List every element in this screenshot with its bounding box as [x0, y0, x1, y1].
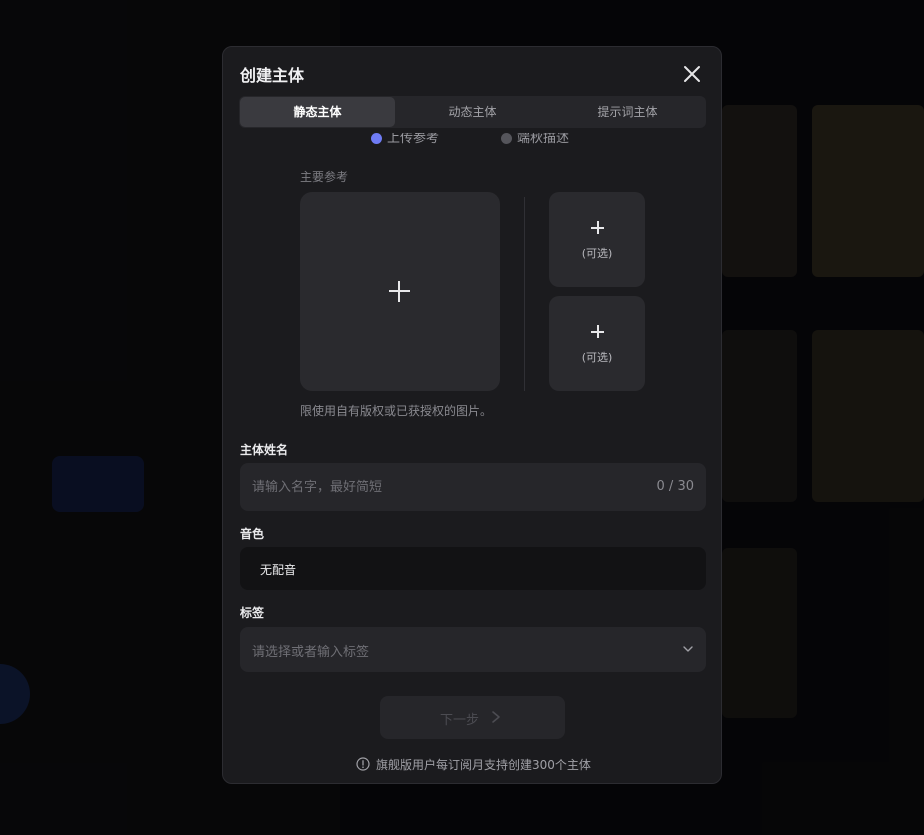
radio-unselected-icon — [501, 133, 512, 144]
footnote: 旗舰版用户每订阅月支持创建300个主体 — [356, 756, 591, 773]
optional-label: (可选) — [581, 247, 613, 260]
divider — [524, 197, 525, 391]
subject-name-input[interactable] — [252, 463, 632, 511]
optional-label: (可选) — [581, 351, 613, 364]
tab-dynamic-subject[interactable]: 动态主体 — [395, 97, 550, 127]
next-button[interactable]: 下一步 — [380, 696, 565, 739]
footnote-text: 旗舰版用户每订阅月支持创建300个主体 — [376, 758, 591, 772]
reference-mode-options: 上传参考 端秋描述 — [371, 133, 591, 145]
tag-placeholder: 请选择或者输入标签 — [252, 645, 370, 660]
dialog-title: 创建主体 — [240, 66, 305, 85]
voice-label: 音色 — [240, 527, 265, 541]
mode-option-describe[interactable]: 端秋描述 — [501, 133, 569, 145]
subject-name-label: 主体姓名 — [240, 443, 289, 457]
create-subject-dialog: 创建主体 静态主体 动态主体 提示词主体 上传参考 端秋描述 主要参考 (可选)… — [222, 46, 722, 784]
optional-reference-upload[interactable]: (可选) — [549, 296, 645, 391]
optional-reference-upload[interactable]: (可选) — [549, 192, 645, 287]
chevron-right-icon — [492, 711, 500, 723]
plus-icon — [591, 221, 604, 234]
tab-static-subject[interactable]: 静态主体 — [240, 97, 395, 127]
voice-select[interactable]: 无配音 — [240, 547, 706, 590]
main-reference-label: 主要参考 — [300, 170, 349, 184]
subject-name-field: 0 / 30 — [240, 463, 706, 511]
voice-value: 无配音 — [260, 563, 297, 577]
tag-label: 标签 — [240, 606, 265, 620]
main-reference-upload[interactable] — [300, 192, 500, 391]
copyright-hint: 限使用自有版权或已获授权的图片。 — [300, 404, 493, 418]
tab-prompt-subject[interactable]: 提示词主体 — [550, 97, 705, 127]
info-icon — [356, 757, 370, 771]
radio-selected-icon — [371, 133, 382, 144]
char-counter: 0 / 30 — [656, 479, 694, 494]
plus-icon — [591, 325, 604, 338]
subject-type-tabs: 静态主体 动态主体 提示词主体 — [239, 96, 706, 128]
tag-select[interactable]: 请选择或者输入标签 — [240, 627, 706, 672]
close-icon[interactable] — [681, 63, 703, 85]
next-button-label: 下一步 — [440, 713, 480, 728]
plus-icon — [389, 281, 410, 302]
mode-option-upload[interactable]: 上传参考 — [371, 133, 439, 145]
chevron-down-icon — [683, 646, 693, 652]
